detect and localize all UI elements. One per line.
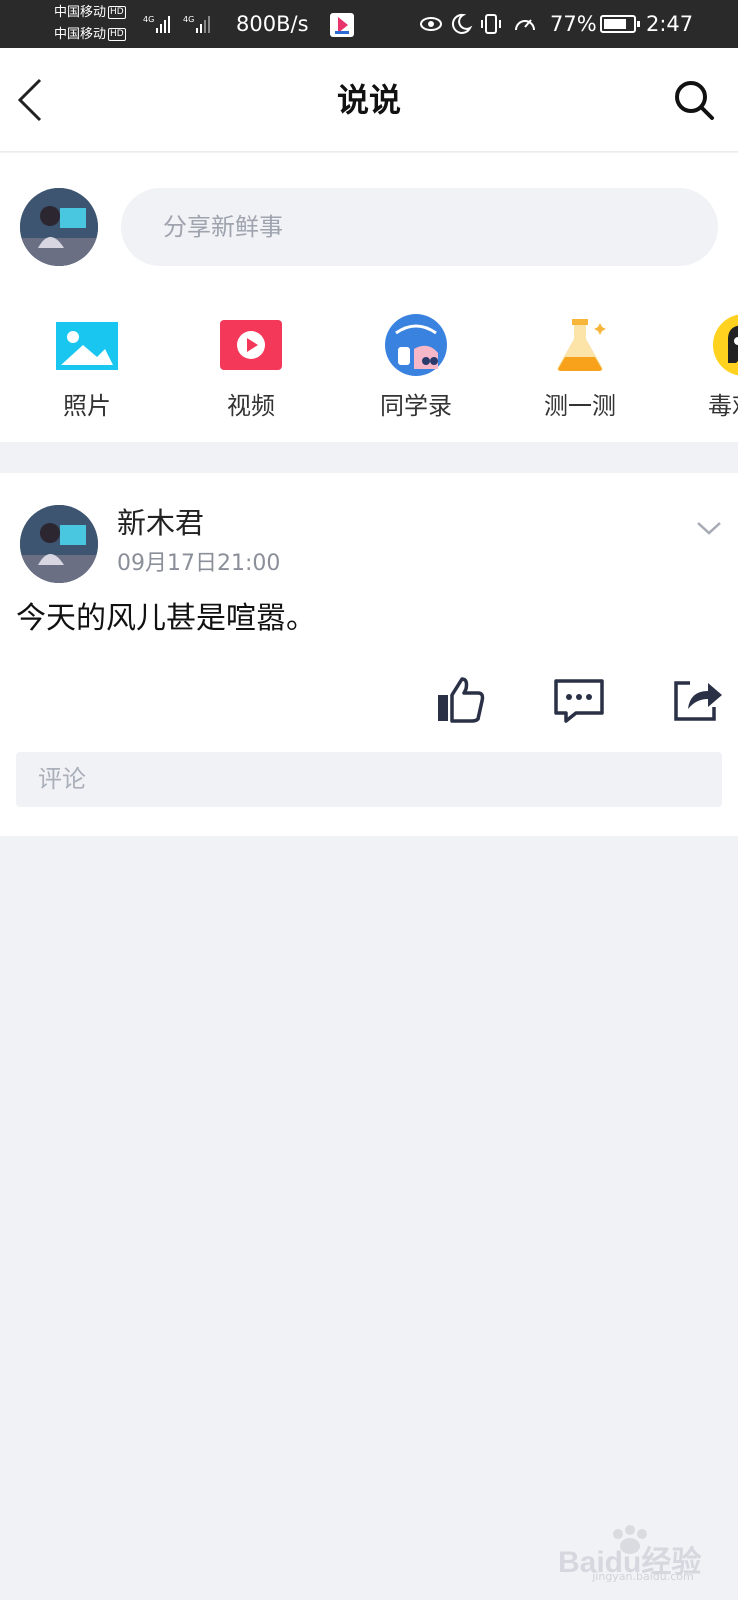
comment-icon — [554, 679, 604, 723]
quick-action-label: 视频 — [227, 392, 275, 420]
quick-action-label: 照片 — [63, 392, 111, 420]
quick-action-photo[interactable]: 照片 — [32, 313, 142, 423]
hd-badge: HD — [108, 6, 126, 19]
search-button[interactable] — [672, 78, 716, 122]
post-menu-button[interactable] — [694, 513, 724, 543]
share-input[interactable]: 分享新鲜事 — [121, 188, 718, 266]
post-author-name[interactable]: 新木君 — [117, 505, 204, 541]
like-button[interactable] — [434, 673, 488, 727]
eye-icon — [420, 17, 442, 31]
svg-text:4G: 4G — [183, 15, 194, 24]
comment-button[interactable] — [552, 673, 606, 727]
chevron-down-icon — [697, 522, 721, 535]
like-icon — [438, 677, 485, 723]
quick-action-video[interactable]: 视频 — [196, 313, 306, 423]
battery-icon — [600, 15, 640, 33]
clock: 2:47 — [646, 12, 694, 36]
carrier-1-label: 中国移动 — [54, 5, 107, 20]
quick-action-soup[interactable]: 毒鸡汤 — [688, 313, 738, 423]
svg-text:4G: 4G — [143, 15, 154, 24]
signal-icon: 4G — [143, 15, 170, 33]
speedometer-icon — [515, 19, 535, 31]
avatar[interactable] — [20, 188, 98, 266]
search-icon — [675, 81, 714, 120]
share-icon — [674, 681, 722, 721]
page-title: 说说 — [336, 81, 401, 119]
app-notification-icon — [330, 13, 354, 37]
quick-action-classmate[interactable]: 同学录 — [361, 313, 471, 423]
signal-icon: 4G — [183, 15, 210, 33]
network-speed: 800B/s — [236, 12, 309, 36]
status-bar: 中国移动 HD 中国移动 HD 4G 4G 800B/s 77% 2:47 — [0, 0, 738, 48]
compose-section: 分享新鲜事 照片 视频 同学录 测一测 毒 — [0, 153, 738, 442]
quick-action-label: 测一测 — [544, 392, 616, 420]
quick-action-label: 同学录 — [380, 392, 452, 420]
battery-percent: 77% — [550, 12, 597, 36]
post-timestamp: 09月17日21:00 — [117, 551, 281, 576]
post-author-avatar[interactable] — [20, 505, 98, 583]
carrier-2: 中国移动 HD — [54, 28, 126, 42]
watermark-url: jingyan.baidu.com — [592, 1570, 694, 1583]
battery-level-fill — [604, 19, 626, 29]
vibrate-icon — [481, 14, 501, 34]
post-card: 新木君 09月17日21:00 今天的风儿甚是喧嚣。 评论 — [0, 473, 738, 836]
carrier-1: 中国移动 HD — [54, 6, 126, 20]
ghost-icon — [713, 314, 738, 376]
flask-icon — [557, 319, 606, 371]
post-content: 今天的风儿甚是喧嚣。 — [16, 601, 316, 636]
quick-action-test[interactable]: 测一测 — [525, 313, 635, 423]
carrier-2-label: 中国移动 — [54, 27, 107, 42]
moon-icon — [451, 13, 473, 34]
quick-action-label: 毒鸡汤 — [708, 392, 738, 420]
comment-input[interactable]: 评论 — [16, 752, 722, 807]
video-icon — [220, 320, 282, 370]
photo-icon — [56, 322, 118, 370]
app-header: 说说 — [0, 48, 738, 152]
classmate-icon — [385, 314, 447, 376]
hd-badge: HD — [108, 28, 126, 41]
share-button[interactable] — [670, 673, 724, 727]
